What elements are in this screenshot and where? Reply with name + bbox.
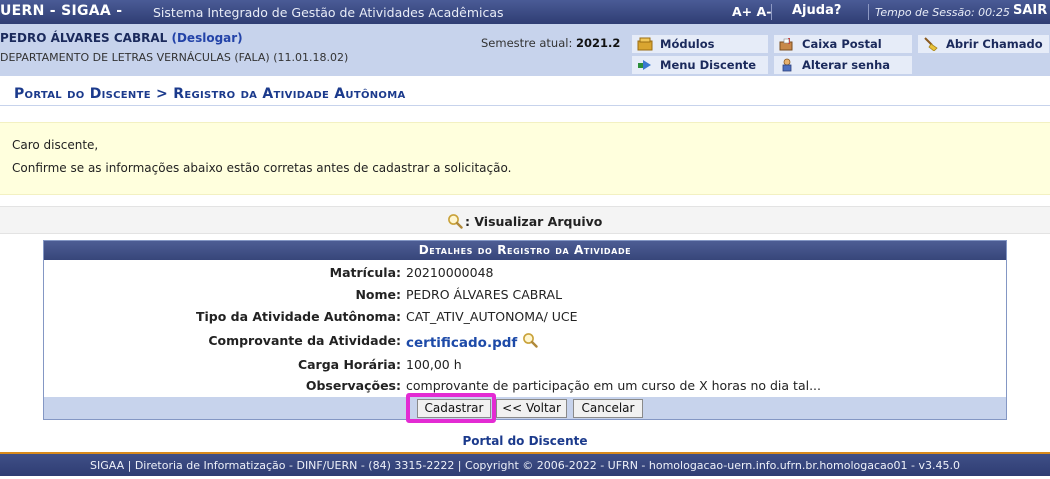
details-caption: Detalhes do Registro da Atividade — [44, 241, 1006, 260]
mailbox-button[interactable]: Caixa Postal — [773, 34, 913, 54]
session-timer: Tempo de Sessão: 00:25 — [875, 6, 1010, 19]
current-semester: Semestre atual: 2021.2 — [481, 36, 620, 50]
magnifier-icon — [448, 214, 463, 229]
open-ticket-button[interactable]: Abrir Chamado — [917, 34, 1050, 54]
user-department: DEPARTAMENTO DE LETRAS VERNÁCULAS (FALA)… — [0, 51, 349, 64]
user-info-bar: PEDRO ÁLVARES CABRAL (Deslogar) DEPARTAM… — [0, 24, 1050, 76]
detail-row-proof: Comprovante da Atividade: certificado.pd… — [44, 331, 1006, 351]
semester-label: Semestre atual: — [481, 36, 573, 50]
semester-value: 2021.2 — [575, 36, 621, 50]
logout-exit-link[interactable]: SAIR — [1013, 3, 1047, 18]
detail-value: comprovante de participação em um curso … — [406, 378, 821, 393]
magnifier-icon[interactable] — [522, 332, 538, 348]
top-header-bar: UERN - SIGAA - Sistema Integrado de Gest… — [0, 0, 1050, 24]
detail-value: 100,00 h — [406, 357, 462, 372]
detail-row-name: Nome: PEDRO ÁLVARES CABRAL — [44, 285, 1006, 305]
detail-label: Observações: — [305, 378, 401, 393]
activity-details-table: Detalhes do Registro da Atividade Matríc… — [43, 240, 1007, 420]
detail-row-registration: Matrícula: 20210000048 — [44, 263, 1006, 283]
message-greeting: Caro discente, — [12, 138, 99, 152]
page-title: Portal do Discente > Registro da Ativida… — [14, 86, 406, 102]
font-decrease-button[interactable]: A- — [757, 4, 772, 19]
form-actions-bar: Cadastrar << Voltar Cancelar — [44, 397, 1006, 419]
detail-label: Nome: — [355, 287, 401, 302]
message-body: Confirme se as informações abaixo estão … — [12, 161, 512, 175]
icon-legend: : Visualizar Arquivo — [0, 206, 1050, 234]
user-name-line: PEDRO ÁLVARES CABRAL (Deslogar) — [0, 31, 243, 45]
portal-home-link[interactable]: Portal do Discente — [0, 434, 1050, 448]
info-message-box: Caro discente, Confirme se as informaçõe… — [0, 122, 1050, 195]
system-name: Sistema Integrado de Gestão de Atividade… — [153, 5, 504, 20]
user-key-icon — [782, 58, 792, 72]
user-name: PEDRO ÁLVARES CABRAL — [0, 31, 168, 45]
back-button[interactable]: << Voltar — [496, 399, 567, 418]
font-increase-button[interactable]: A+ — [732, 4, 752, 19]
logout-link[interactable]: (Deslogar) — [171, 31, 242, 45]
student-menu-button[interactable]: Menu Discente — [631, 55, 769, 75]
detail-label: Comprovante da Atividade: — [208, 333, 401, 348]
breadcrumb: Portal do Discente > Registro da Ativida… — [0, 82, 1050, 106]
header-divider — [868, 4, 869, 20]
detail-row-activity-type: Tipo da Atividade Autônoma: CAT_ATIV_AUT… — [44, 307, 1006, 327]
detail-label: Tipo da Atividade Autônoma: — [195, 309, 401, 324]
detail-row-notes: Observações: comprovante de participação… — [44, 376, 1006, 396]
submit-highlight-box — [406, 393, 496, 423]
modules-icon — [637, 37, 653, 51]
detail-row-workload: Carga Horária: 100,00 h — [44, 355, 1006, 375]
font-size-controls: A+ A- — [732, 4, 771, 19]
detail-label: Matrícula: — [329, 265, 401, 280]
mailbox-icon — [779, 38, 793, 51]
detail-label: Carga Horária: — [297, 357, 401, 372]
certificate-file-link[interactable]: certificado.pdf — [406, 332, 538, 351]
broom-icon — [924, 37, 938, 51]
help-link[interactable]: Ajuda? — [792, 3, 841, 18]
header-divider — [771, 4, 772, 20]
arrow-menu-icon — [638, 60, 651, 70]
cancel-button[interactable]: Cancelar — [573, 399, 643, 418]
detail-value: PEDRO ÁLVARES CABRAL — [406, 287, 563, 302]
change-password-button[interactable]: Alterar senha — [773, 55, 913, 75]
detail-value: CAT_ATIV_AUTONOMA/ UCE — [406, 309, 578, 324]
legend-view-file: : Visualizar Arquivo — [447, 213, 602, 229]
footer-bar: SIGAA | Diretoria de Informatização - DI… — [0, 452, 1050, 476]
brand-logo-text[interactable]: UERN - SIGAA - — [0, 3, 122, 19]
detail-value: 20210000048 — [406, 265, 494, 280]
modules-button[interactable]: Módulos — [631, 34, 769, 54]
